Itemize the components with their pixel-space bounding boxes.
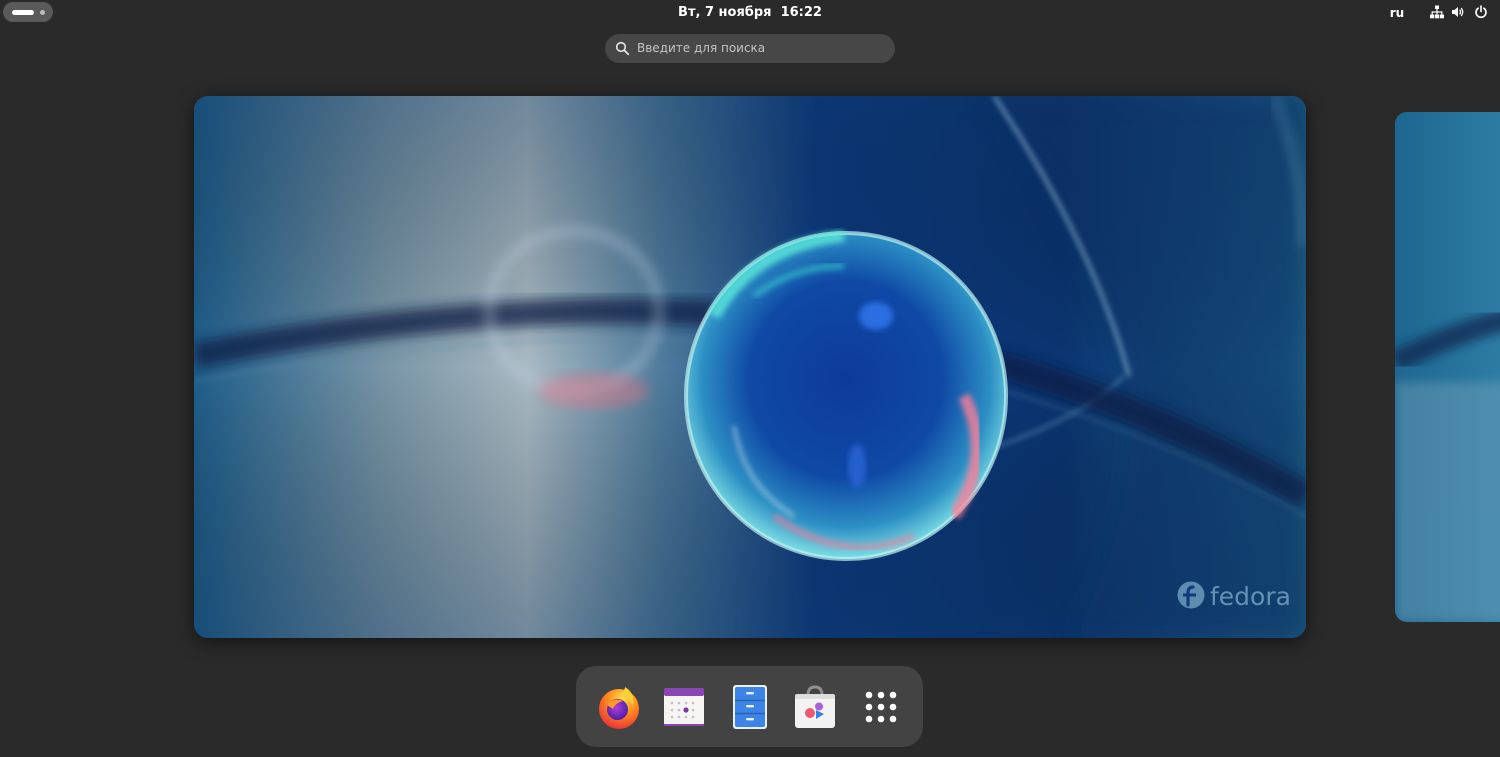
volume-icon[interactable] bbox=[1451, 5, 1465, 19]
calendar-icon bbox=[664, 688, 704, 726]
app-grid-icon bbox=[865, 691, 897, 723]
network-icon[interactable] bbox=[1430, 5, 1444, 19]
wallpaper: fedora bbox=[194, 96, 1306, 638]
software-bag-icon bbox=[795, 685, 835, 728]
keyboard-layout-indicator[interactable]: ru bbox=[1385, 4, 1409, 22]
top-bar: Вт, 7 ноября 16:22 ru bbox=[0, 0, 1500, 25]
workspace-indicator-dot bbox=[40, 10, 45, 15]
dock-app-calendar[interactable] bbox=[658, 681, 710, 733]
fedora-logo-text: fedora bbox=[1210, 582, 1291, 611]
dock-app-firefox[interactable] bbox=[593, 681, 645, 733]
workspace-indicator-active bbox=[12, 10, 34, 15]
search-entry[interactable]: Введите для поиска bbox=[605, 34, 895, 63]
fedora-logo: fedora bbox=[1177, 581, 1291, 611]
file-cabinet-icon bbox=[733, 685, 767, 729]
date-time[interactable]: Вт, 7 ноября 16:22 bbox=[650, 4, 850, 22]
workspace-thumbnail-current[interactable]: fedora bbox=[194, 96, 1306, 638]
show-apps-button[interactable] bbox=[855, 681, 907, 733]
dash bbox=[576, 666, 923, 747]
dock-app-software[interactable] bbox=[789, 681, 841, 733]
power-icon[interactable] bbox=[1474, 5, 1488, 19]
firefox-icon bbox=[599, 687, 639, 729]
search-placeholder: Введите для поиска bbox=[637, 41, 766, 55]
dock-app-files[interactable] bbox=[724, 681, 776, 733]
wallpaper-preview bbox=[1395, 112, 1500, 622]
activities-button[interactable] bbox=[3, 2, 53, 22]
workspace-thumbnail-next[interactable] bbox=[1395, 112, 1500, 622]
search-icon bbox=[615, 41, 630, 56]
